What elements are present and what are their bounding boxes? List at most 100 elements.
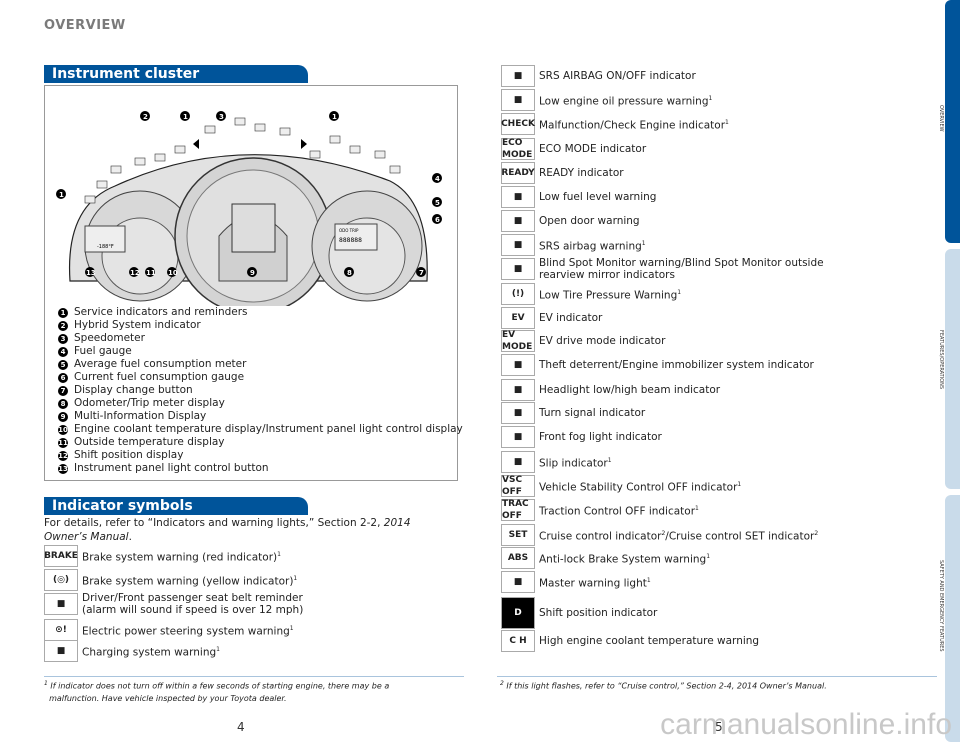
indicator-label: EV drive mode indicator xyxy=(539,335,666,347)
indicator-label: Charging system warning1 xyxy=(82,645,220,659)
legend-item: 6 Current fuel consumption gauge xyxy=(58,371,463,384)
set-icon: SET xyxy=(501,524,535,546)
indicator-label: Headlight low/high beam indicator xyxy=(539,384,721,396)
trac-off-icon: TRAC OFF xyxy=(501,499,535,521)
indicator-row: VSC OFF Vehicle Stability Control OFF ind… xyxy=(501,475,741,497)
d-icon: D xyxy=(501,597,535,629)
airbag-person-icon: ■ xyxy=(501,234,535,256)
--icon: ⊙! xyxy=(44,619,78,641)
legend-label: Odometer/Trip meter display xyxy=(74,397,225,409)
battery-icon: ■ xyxy=(44,640,78,662)
legend-item: 9 Multi-Information Display xyxy=(58,410,463,423)
indicator-label: Low Tire Pressure Warning1 xyxy=(539,288,682,302)
indicator-row: SET Cruise control indicator2/Cruise cont… xyxy=(501,524,818,546)
footnote-divider-2 xyxy=(497,676,937,677)
indicator-row: ■ Theft deterrent/Engine immobilizer syst… xyxy=(501,354,814,376)
legend-item: 1 Service indicators and reminders xyxy=(58,306,463,319)
callout-1c: 1 xyxy=(59,191,64,199)
odo-digits: 888888 xyxy=(339,237,362,244)
footnote-2: 2 If this light flashes, refer to “Cruis… xyxy=(500,680,827,691)
legend-number-badge: 4 xyxy=(58,346,68,357)
legend-label: Shift position display xyxy=(74,449,184,461)
oil-can-icon: ■ xyxy=(501,89,535,111)
indicator-label: Traction Control OFF indicator1 xyxy=(539,504,699,518)
indicator-row: ■ Driver/Front passenger seat belt remind… xyxy=(44,592,303,616)
--icon: (◎) xyxy=(44,569,78,591)
indicator-row: ABS Anti-lock Brake System warning1 xyxy=(501,547,710,569)
legend-number-badge: 11 xyxy=(58,437,68,448)
indicator-row: (!) Low Tire Pressure Warning1 xyxy=(501,283,681,305)
indicator-row: TRAC OFF Traction Control OFF indicator1 xyxy=(501,499,699,521)
vsc-off-icon: VSC OFF xyxy=(501,475,535,497)
indicator-label: Theft deterrent/Engine immobilizer syste… xyxy=(539,359,814,371)
--icon: (!) xyxy=(501,283,535,305)
eco-mode-icon: ECO MODE xyxy=(501,138,535,160)
indicator-row: ■ Turn signal indicator xyxy=(501,402,645,424)
legend-label: Display change button xyxy=(74,384,193,396)
legend-label: Service indicators and reminders xyxy=(74,306,248,318)
indicator-row: BRAKE Brake system warning (red indicator… xyxy=(44,545,281,567)
legend-item: 4 Fuel gauge xyxy=(58,345,463,358)
legend-label: Outside temperature display xyxy=(74,436,225,448)
callout-2: 2 xyxy=(143,113,148,121)
legend-label: Fuel gauge xyxy=(74,345,132,357)
legend-label: Hybrid System indicator xyxy=(74,319,201,331)
indicator-label: Master warning light1 xyxy=(539,576,651,590)
legend-number-badge: 1 xyxy=(58,307,68,318)
ev-icon: EV xyxy=(501,307,535,329)
indicator-row: ⊙! Electric power steering system warning… xyxy=(44,619,294,641)
side-tab-label-overview: OVERVIEW xyxy=(938,105,944,132)
legend-label: Engine coolant temperature display/Instr… xyxy=(74,423,463,435)
legend-item: 10 Engine coolant temperature display/Ins… xyxy=(58,423,463,436)
side-tab-features[interactable] xyxy=(945,249,960,489)
legend-label: Average fuel consumption meter xyxy=(74,358,247,370)
callout-6: 6 xyxy=(435,216,440,224)
indicator-row: ■ Blind Spot Monitor warning/Blind Spot M… xyxy=(501,257,824,281)
legend-item: 2 Hybrid System indicator xyxy=(58,319,463,332)
indicator-row: (◎) Brake system warning (yellow indicato… xyxy=(44,569,297,591)
indicator-label: Brake system warning (yellow indicator)1 xyxy=(82,574,298,588)
airbag-off-on-icon: ■ xyxy=(501,65,535,87)
seatbelt-icon: ■ xyxy=(44,593,78,615)
indicator-row: ■ Low engine oil pressure warning1 xyxy=(501,89,712,111)
indicator-label: Shift position indicator xyxy=(539,607,658,619)
indicator-row: C H High engine coolant temperature warni… xyxy=(501,630,759,652)
callout-5: 5 xyxy=(435,199,440,207)
indicator-row: ECO MODE ECO MODE indicator xyxy=(501,138,646,160)
indicator-intro: For details, refer to “Indicators and wa… xyxy=(44,517,411,543)
side-tab-overview[interactable] xyxy=(945,0,960,243)
blind-spot-icon: ■ xyxy=(501,258,535,280)
legend-item: 8 Odometer/Trip meter display xyxy=(58,397,463,410)
callout-10: 10 xyxy=(168,269,178,277)
indicator-label: Anti-lock Brake System warning1 xyxy=(539,552,711,566)
indicator-row: READY READY indicator xyxy=(501,162,624,184)
legend-number-badge: 5 xyxy=(58,359,68,370)
instrument-cluster-heading: Instrument cluster xyxy=(44,65,308,83)
callout-3: 3 xyxy=(219,113,224,121)
abs-icon: ABS xyxy=(501,547,535,569)
headlight-icon: ■ xyxy=(501,379,535,401)
indicator-row: ■ Open door warning xyxy=(501,210,640,232)
turn-arrows-icon: ■ xyxy=(501,402,535,424)
brake-icon: BRAKE xyxy=(44,545,78,567)
indicator-label: EV indicator xyxy=(539,312,603,324)
indicator-label: Front fog light indicator xyxy=(539,431,662,443)
check-icon: CHECK xyxy=(501,113,535,135)
indicator-label: Turn signal indicator xyxy=(539,407,646,419)
watermark: carmanualsonline.info xyxy=(660,708,952,741)
callout-13: 13 xyxy=(86,269,96,277)
c-h-icon: C H xyxy=(501,630,535,652)
indicator-label: Cruise control indicator2/Cruise control… xyxy=(539,529,819,543)
callout-4: 4 xyxy=(435,175,440,183)
indicator-label: Low fuel level warning xyxy=(539,191,657,203)
indicator-label: READY indicator xyxy=(539,167,624,179)
page-header: OVERVIEW xyxy=(44,18,126,33)
indicator-row: D Shift position indicator xyxy=(501,597,657,629)
indicator-row: ■ Master warning light1 xyxy=(501,571,651,593)
side-tab-safety[interactable] xyxy=(945,495,960,742)
intro-text: For details, refer to “Indicators and wa… xyxy=(44,517,384,529)
cluster-legend: 1 Service indicators and reminders 2 Hybrid… xyxy=(58,306,463,475)
indicator-label: Electric power steering system warning1 xyxy=(82,624,294,638)
indicator-row: ■ Charging system warning1 xyxy=(44,640,220,662)
indicator-label: SRS airbag warning1 xyxy=(539,239,646,253)
